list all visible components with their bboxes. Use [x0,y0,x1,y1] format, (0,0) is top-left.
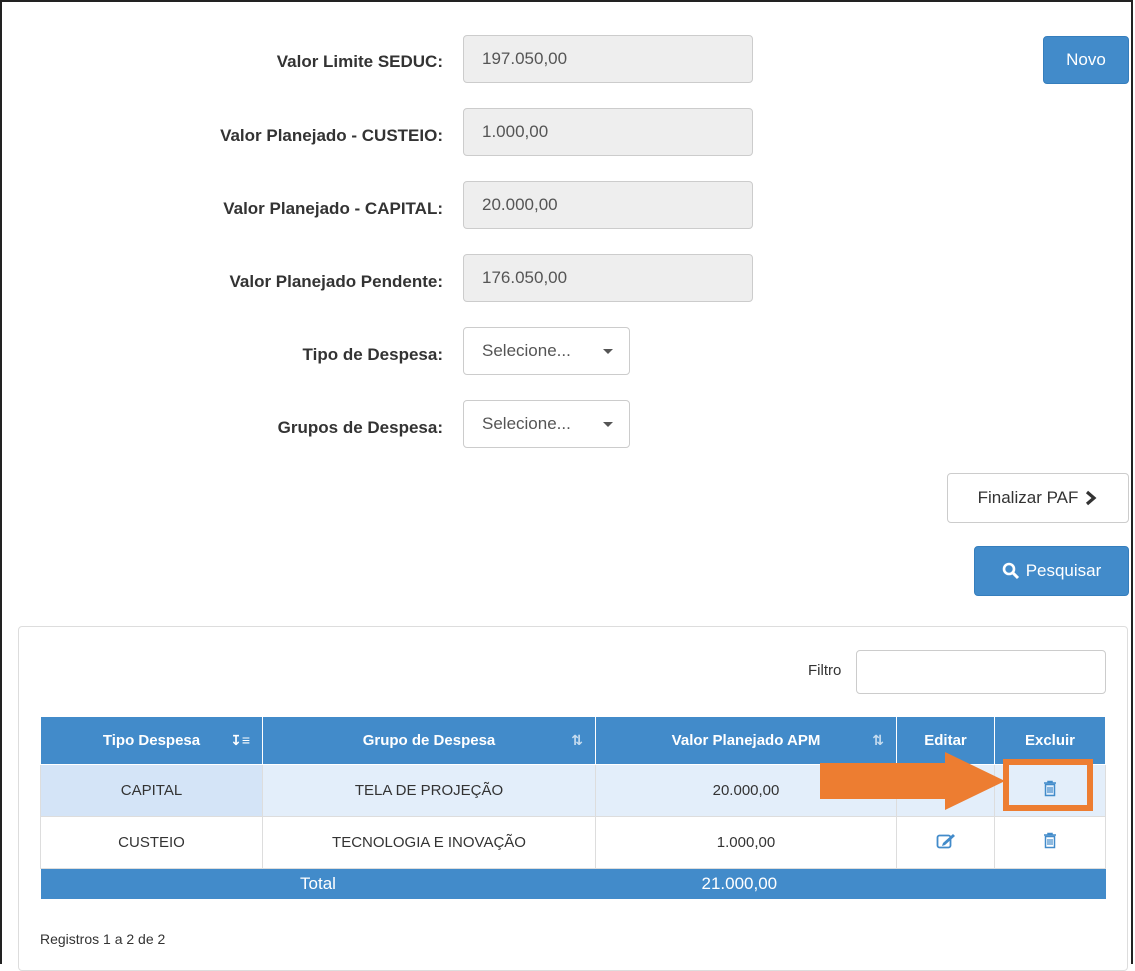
total-row: Total 21.000,00 [40,868,1106,899]
cell-grupo: TECNOLOGIA E INOVAÇÃO [262,816,596,869]
cell-excluir [994,816,1106,869]
edit-icon[interactable] [936,832,956,854]
finalizar-label: Finalizar PAF [977,488,1079,507]
sort-icon: ⇅ [872,732,884,748]
total-label: Total [40,868,596,899]
cell-valor: 1.000,00 [595,816,897,869]
annotation-highlight-box [1003,759,1093,811]
caret-down-icon [603,422,613,427]
header-tipo-label: Tipo Despesa [102,732,201,749]
header-grupo-despesa[interactable]: Grupo de Despesa ⇅ [262,716,596,765]
tipo-despesa-label: Tipo de Despesa: [302,345,443,364]
header-tipo-despesa[interactable]: Tipo Despesa ↧≡ [40,716,263,765]
header-excluir-label: Excluir [1024,732,1076,749]
tipo-despesa-value: Selecione... [482,341,571,360]
novo-button[interactable]: Novo [1043,36,1129,84]
caret-down-icon [603,349,613,354]
header-editar-label: Editar [924,732,967,749]
chevron-right-icon [1086,490,1097,506]
limite-seduc-field[interactable]: 197.050,00 [463,35,753,83]
sort-alpha-icon: ↧≡ [230,732,250,748]
pesquisar-button[interactable]: Pesquisar [974,546,1129,596]
grupos-despesa-label: Grupos de Despesa: [277,418,443,437]
search-icon [1002,562,1019,580]
header-grupo-label: Grupo de Despesa [362,732,496,749]
grupos-despesa-select[interactable]: Selecione... [463,400,630,448]
pesquisar-label: Pesquisar [1025,561,1102,580]
custeio-field[interactable]: 1.000,00 [463,108,753,156]
header-valor-label: Valor Planejado APM [671,732,821,749]
pendente-field[interactable]: 176.050,00 [463,254,753,302]
cell-editar [896,816,995,869]
registros-count: Registros 1 a 2 de 2 [40,931,166,947]
filtro-label: Filtro [808,662,842,679]
annotation-arrow-icon [820,752,1005,810]
cell-tipo: CUSTEIO [40,816,263,869]
table-row[interactable]: CUSTEIO TECNOLOGIA E INOVAÇÃO 1.000,00 [40,816,1106,869]
capital-field[interactable]: 20.000,00 [463,181,753,229]
pendente-label: Valor Planejado Pendente: [229,272,443,291]
filtro-input[interactable] [856,650,1106,694]
total-value: 21.000,00 [595,868,1106,899]
cell-tipo: CAPITAL [40,764,263,817]
tipo-despesa-select[interactable]: Selecione... [463,327,630,375]
grupos-despesa-value: Selecione... [482,414,571,433]
header-excluir: Excluir [994,716,1106,765]
capital-label: Valor Planejado - CAPITAL: [223,199,443,218]
trash-icon[interactable] [1043,832,1057,853]
finalizar-paf-button[interactable]: Finalizar PAF [947,473,1129,523]
cell-grupo: TELA DE PROJEÇÃO [262,764,596,817]
custeio-label: Valor Planejado - CUSTEIO: [220,126,443,145]
limite-seduc-label: Valor Limite SEDUC: [276,52,443,71]
novo-label: Novo [1066,50,1106,69]
sort-icon: ⇅ [571,732,583,748]
